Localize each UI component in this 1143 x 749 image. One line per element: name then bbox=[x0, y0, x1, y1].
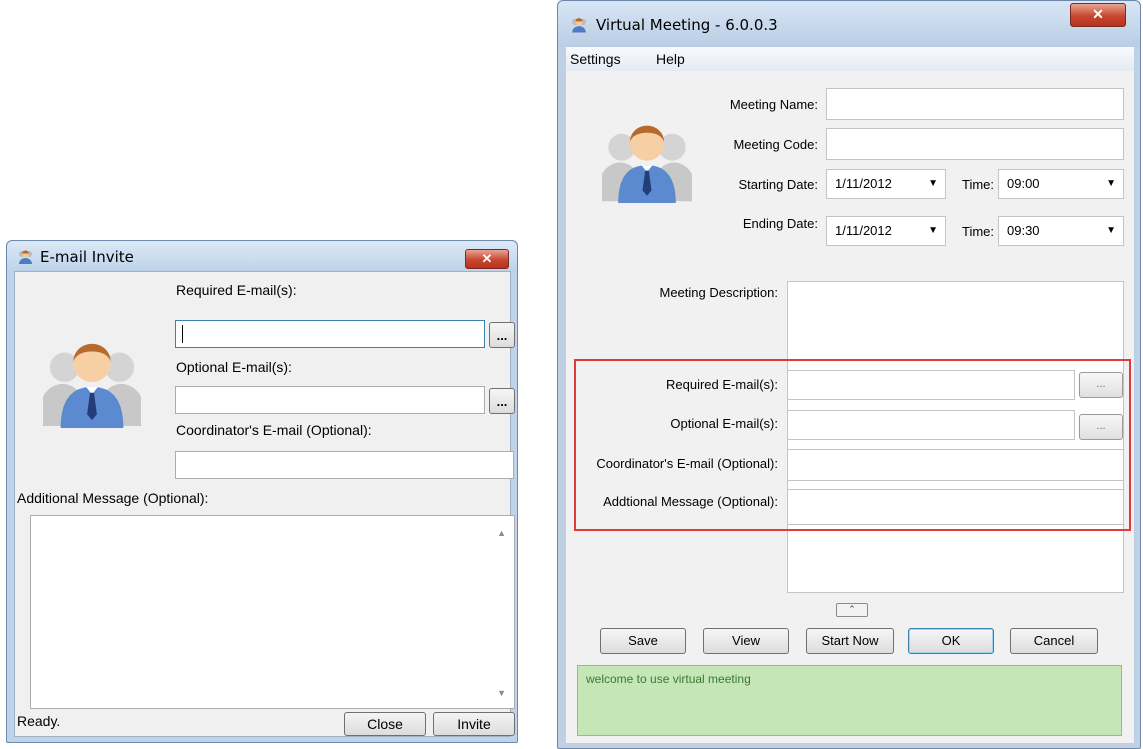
meeting-code-input[interactable] bbox=[826, 128, 1124, 160]
ending-time-value: 09:30 bbox=[1007, 223, 1040, 238]
user-group-icon bbox=[572, 18, 586, 33]
meeting-name-input[interactable] bbox=[826, 88, 1124, 120]
save-button[interactable]: Save bbox=[600, 628, 686, 654]
ending-date-label: Ending Date: bbox=[742, 216, 818, 231]
starting-date-picker[interactable]: 1/11/2012 ▼ bbox=[826, 169, 946, 199]
meeting-description-label: Meeting Description: bbox=[659, 285, 779, 300]
invite-message-textarea[interactable]: ▲ ▼ bbox=[30, 515, 515, 709]
cancel-button[interactable]: Cancel bbox=[1010, 628, 1098, 654]
meeting-title-bar[interactable]: Virtual Meeting - 6.0.0.3 ✕ bbox=[558, 1, 1140, 47]
invite-optional-label: Optional E-mail(s): bbox=[176, 359, 292, 375]
ending-date-value: 1/11/2012 bbox=[835, 223, 892, 238]
invite-optional-email-input[interactable] bbox=[175, 386, 485, 414]
text-caret bbox=[182, 325, 183, 343]
menu-help[interactable]: Help bbox=[656, 51, 685, 67]
menu-settings[interactable]: Settings bbox=[570, 51, 621, 67]
starting-time-value: 09:00 bbox=[1007, 176, 1040, 191]
chevron-down-icon[interactable]: ▼ bbox=[928, 170, 938, 198]
starting-date-value: 1/11/2012 bbox=[835, 176, 892, 191]
meeting-message-input[interactable] bbox=[787, 489, 1124, 525]
meeting-window-title: Virtual Meeting - 6.0.0.3 bbox=[596, 16, 778, 34]
invite-window-title: E-mail Invite bbox=[40, 248, 134, 266]
start-now-button[interactable]: Start Now bbox=[806, 628, 894, 654]
close-button[interactable]: Close bbox=[344, 712, 426, 736]
meeting-optional-email-input[interactable] bbox=[787, 410, 1075, 440]
user-avatar-icon bbox=[602, 125, 692, 203]
starting-date-label: Starting Date: bbox=[738, 177, 819, 192]
invite-client-area: Required E-mail(s): ... Optional E-mail(… bbox=[14, 271, 515, 737]
invite-coordinator-label: Coordinator's E-mail (Optional): bbox=[176, 422, 372, 438]
invite-title-bar[interactable]: E-mail Invite ✕ bbox=[7, 241, 517, 271]
meeting-optional-label: Optional E-mail(s): bbox=[670, 416, 778, 431]
chevron-down-icon[interactable]: ▼ bbox=[1106, 217, 1116, 245]
invite-required-label: Required E-mail(s): bbox=[176, 282, 297, 298]
ending-date-picker[interactable]: 1/11/2012 ▼ bbox=[826, 216, 946, 246]
email-invite-window: E-mail Invite ✕ Required E-mail(s): ... … bbox=[6, 240, 518, 743]
invite-status-text: Ready. bbox=[17, 713, 61, 729]
meeting-name-label: Meeting Name: bbox=[729, 97, 818, 112]
invite-optional-browse-button[interactable]: ... bbox=[489, 388, 515, 414]
view-button[interactable]: View bbox=[703, 628, 789, 654]
status-message: welcome to use virtual meeting bbox=[586, 672, 751, 686]
ending-time-select[interactable]: 09:30 ▼ bbox=[998, 216, 1124, 246]
invite-required-email-input[interactable] bbox=[175, 320, 485, 348]
user-group-icon bbox=[19, 250, 32, 264]
collapse-button[interactable]: ⌃ bbox=[836, 603, 868, 617]
chevron-down-icon[interactable]: ▼ bbox=[928, 217, 938, 245]
user-avatar-icon bbox=[43, 343, 141, 428]
invite-button[interactable]: Invite bbox=[433, 712, 515, 736]
ok-button[interactable]: OK bbox=[908, 628, 994, 654]
invite-required-browse-button[interactable]: ... bbox=[489, 322, 515, 348]
invite-close-icon[interactable]: ✕ bbox=[465, 249, 509, 269]
meeting-required-email-input[interactable] bbox=[787, 370, 1075, 400]
meeting-required-label: Required E-mail(s): bbox=[666, 377, 778, 392]
meeting-client-area: Meeting Name: Meeting Code: Starting Dat… bbox=[566, 71, 1134, 743]
meeting-optional-browse-button[interactable]: ... bbox=[1079, 414, 1123, 440]
ending-time-label: Time: bbox=[962, 224, 995, 239]
meeting-required-browse-button[interactable]: ... bbox=[1079, 372, 1123, 398]
meeting-close-icon[interactable]: ✕ bbox=[1070, 3, 1126, 27]
invite-message-label: Additional Message (Optional): bbox=[17, 490, 209, 506]
starting-time-select[interactable]: 09:00 ▼ bbox=[998, 169, 1124, 199]
invite-coordinator-email-input[interactable] bbox=[175, 451, 514, 479]
meeting-coordinator-label: Coordinator's E-mail (Optional): bbox=[596, 456, 778, 471]
meeting-message-label: Addtional Message (Optional): bbox=[603, 494, 778, 509]
status-panel: welcome to use virtual meeting bbox=[577, 665, 1122, 736]
meeting-coordinator-email-input[interactable] bbox=[787, 449, 1124, 481]
virtual-meeting-window: Virtual Meeting - 6.0.0.3 ✕ Settings Hel… bbox=[557, 0, 1141, 749]
scroll-up-icon[interactable]: ▲ bbox=[497, 528, 506, 538]
menu-bar: Settings Help bbox=[566, 47, 1134, 72]
chevron-down-icon[interactable]: ▼ bbox=[1106, 170, 1116, 198]
starting-time-label: Time: bbox=[962, 177, 995, 192]
meeting-code-label: Meeting Code: bbox=[733, 137, 818, 152]
scroll-down-icon[interactable]: ▼ bbox=[497, 688, 506, 698]
